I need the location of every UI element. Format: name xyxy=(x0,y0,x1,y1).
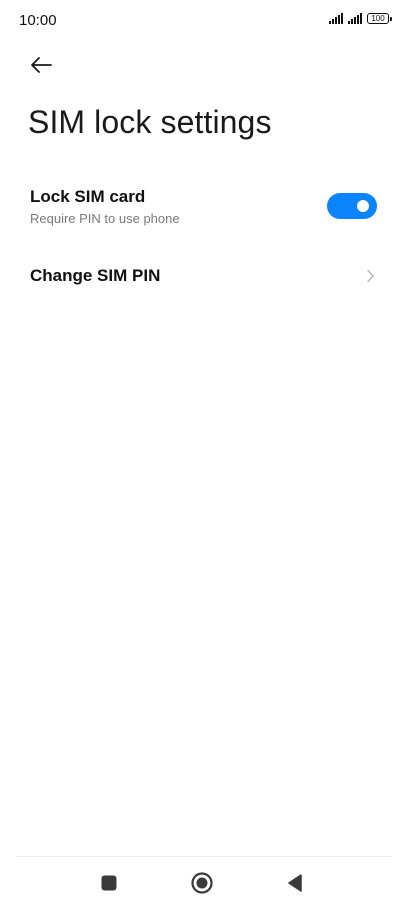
navigation-bar xyxy=(0,860,407,906)
battery-icon: 100 xyxy=(367,13,392,24)
status-icons: 100 xyxy=(329,13,392,24)
status-time: 10:00 xyxy=(19,12,57,29)
home-button[interactable] xyxy=(187,868,217,898)
signal-strength-icon-2 xyxy=(348,13,362,24)
change-sim-pin-row[interactable]: Change SIM PIN xyxy=(0,250,407,302)
square-icon xyxy=(101,875,117,891)
lock-sim-card-toggle[interactable] xyxy=(327,193,377,219)
back-button[interactable] xyxy=(24,50,58,80)
chevron-right-icon xyxy=(363,269,377,283)
toggle-knob xyxy=(357,200,369,212)
arrow-left-icon xyxy=(31,57,52,73)
lock-sim-card-subtitle: Require PIN to use phone xyxy=(30,210,180,226)
nav-back-button[interactable] xyxy=(280,868,310,898)
lock-sim-card-text: Lock SIM card Require PIN to use phone xyxy=(30,187,180,226)
lock-sim-card-row[interactable]: Lock SIM card Require PIN to use phone xyxy=(0,176,407,236)
circle-icon xyxy=(191,872,213,894)
change-sim-pin-title: Change SIM PIN xyxy=(30,266,161,285)
nav-divider xyxy=(16,856,391,857)
status-bar: 10:00 100 xyxy=(0,0,407,42)
lock-sim-card-title: Lock SIM card xyxy=(30,186,146,206)
recents-button[interactable] xyxy=(94,868,124,898)
signal-strength-icon xyxy=(329,13,343,24)
page-title: SIM lock settings xyxy=(28,104,272,140)
triangle-left-icon xyxy=(288,874,302,892)
